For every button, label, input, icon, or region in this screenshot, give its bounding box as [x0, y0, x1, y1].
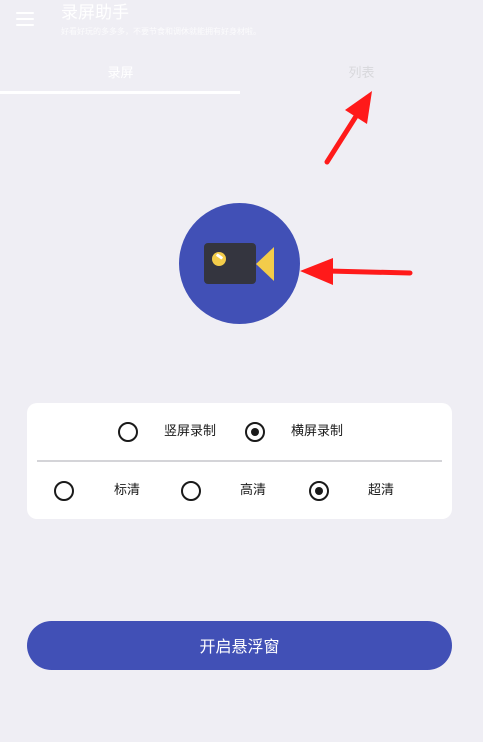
divider [37, 460, 442, 462]
label-hd: 高清 [240, 483, 267, 498]
radio-hd[interactable] [181, 481, 201, 501]
start-float-window-button[interactable]: 开启悬浮窗 [27, 621, 452, 670]
record-button[interactable] [179, 203, 300, 324]
tab-indicator [0, 91, 240, 94]
app-header: 录屏助手 好看好玩的多多多，不要节食和调休就能拥有好身材啦。 [0, 0, 483, 44]
annotation-arrow-list [324, 91, 372, 165]
camera-flap-icon [256, 247, 274, 281]
options-card: 竖屏录制 横屏录制 标清 高清 超清 [27, 403, 452, 519]
label-sd: 标清 [114, 483, 141, 498]
menu-icon[interactable] [16, 12, 34, 26]
app-title: 录屏助手 [61, 3, 129, 23]
radio-landscape[interactable] [245, 422, 265, 442]
screen: 录屏助手 好看好玩的多多多，不要节食和调休就能拥有好身材啦。 录屏 列表 竖屏录… [0, 0, 483, 742]
label-landscape: 横屏录制 [291, 424, 344, 439]
tab-record[interactable]: 录屏 [0, 62, 241, 81]
radio-sd[interactable] [54, 481, 74, 501]
annotation-arrow-record [300, 258, 413, 285]
label-portrait: 竖屏录制 [164, 424, 217, 439]
radio-portrait[interactable] [118, 422, 138, 442]
video-camera-icon [204, 243, 256, 284]
app-subtitle: 好看好玩的多多多，不要节食和调休就能拥有好身材啦。 [61, 27, 261, 36]
radio-uhd[interactable] [309, 481, 329, 501]
tab-bar: 录屏 列表 [0, 54, 483, 94]
tab-list[interactable]: 列表 [241, 62, 482, 81]
label-uhd: 超清 [368, 483, 395, 498]
